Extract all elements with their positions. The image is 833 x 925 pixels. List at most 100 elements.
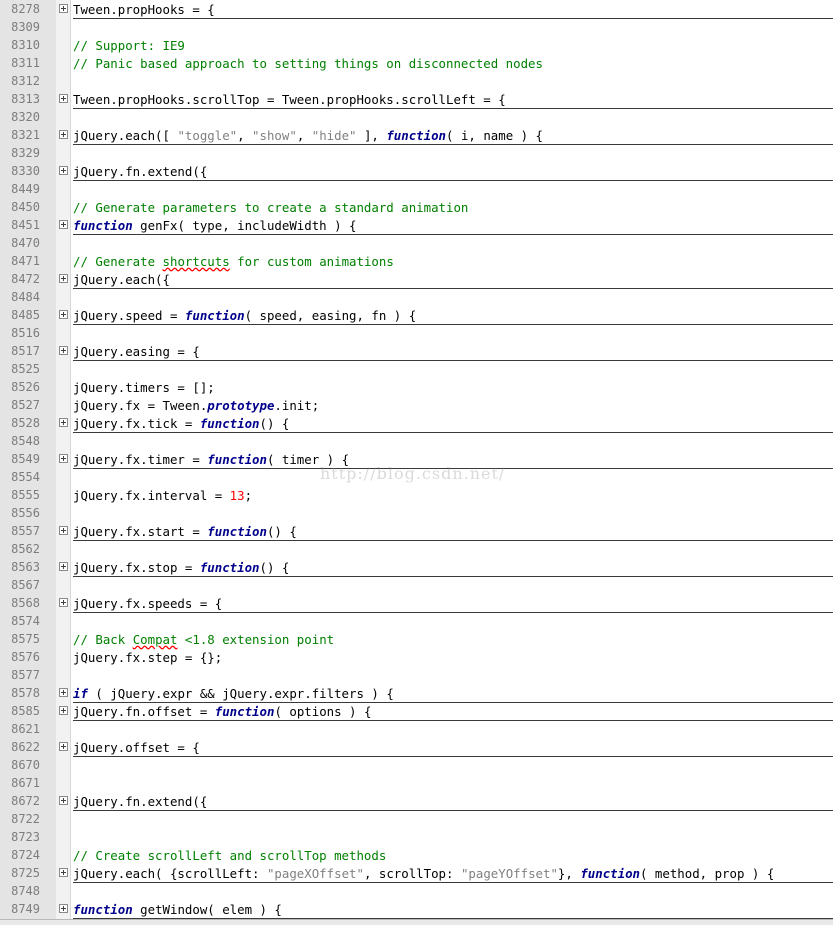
code-line[interactable]: 8554 [0, 469, 833, 487]
line-number: 8311 [11, 56, 40, 70]
line-number: 8484 [11, 290, 40, 304]
code-line[interactable]: 8526 jQuery.timers = []; [0, 379, 833, 397]
folded-code-line[interactable]: 8330 jQuery.fn.extend({ [0, 163, 833, 181]
expand-fold-icon[interactable] [59, 274, 68, 283]
code-line[interactable]: 8471 // Generate shortcuts for custom ani… [0, 253, 833, 271]
code-line[interactable]: 8525 [0, 361, 833, 379]
folded-code-line[interactable]: 8278 Tween.propHooks = { [0, 1, 833, 19]
line-number: 8725 [11, 866, 40, 880]
code-line[interactable]: 8562 [0, 541, 833, 559]
expand-fold-icon[interactable] [59, 418, 68, 427]
folded-code-line[interactable]: 8749 function getWindow( elem ) { [0, 901, 833, 919]
folded-code-line[interactable]: 8485 jQuery.speed = function( speed, easi… [0, 307, 833, 325]
code-line[interactable]: 8556 [0, 505, 833, 523]
code-line[interactable]: 8722 [0, 811, 833, 829]
expand-fold-icon[interactable] [59, 706, 68, 715]
code-line[interactable]: 8312 [0, 73, 833, 91]
expand-fold-icon[interactable] [59, 130, 68, 139]
folded-code-line[interactable]: 8528 jQuery.fx.tick = function() { [0, 415, 833, 433]
code-text: jQuery.speed = function( speed, easing, … [73, 307, 833, 325]
code-token: jQuery.fx.start = [73, 524, 208, 539]
code-line[interactable]: 8723 [0, 829, 833, 847]
code-editor[interactable]: 8278 Tween.propHooks = {8309 8310 // Suppor… [0, 0, 833, 925]
horizontal-scrollbar[interactable] [0, 919, 833, 925]
code-line[interactable]: 8576 jQuery.fx.step = {}; [0, 649, 833, 667]
line-number: 8310 [11, 38, 40, 52]
folded-code-line[interactable]: 8451 function genFx( type, includeWidth )… [0, 217, 833, 235]
folded-code-line[interactable]: 8672 jQuery.fn.extend({ [0, 793, 833, 811]
code-line[interactable]: 8470 [0, 235, 833, 253]
expand-fold-icon[interactable] [59, 562, 68, 571]
code-text: // Create scrollLeft and scrollTop metho… [73, 847, 833, 864]
expand-fold-icon[interactable] [59, 796, 68, 805]
expand-fold-icon[interactable] [59, 166, 68, 175]
code-token: ; [244, 488, 253, 503]
line-number: 8672 [11, 794, 40, 808]
line-number: 8485 [11, 308, 40, 322]
code-text: function getWindow( elem ) { [73, 901, 833, 919]
code-line[interactable]: 8449 [0, 181, 833, 199]
code-token: function [207, 524, 267, 539]
folded-code-line[interactable]: 8568 jQuery.fx.speeds = { [0, 595, 833, 613]
code-text: jQuery.easing = { [73, 343, 833, 361]
expand-fold-icon[interactable] [59, 4, 68, 13]
code-text: jQuery.fn.offset = function( options ) { [73, 703, 833, 721]
code-line[interactable]: 8574 [0, 613, 833, 631]
folded-code-line[interactable]: 8517 jQuery.easing = { [0, 343, 833, 361]
code-line[interactable]: 8671 [0, 775, 833, 793]
code-line[interactable]: 8310 // Support: IE9 [0, 37, 833, 55]
code-line[interactable]: 8329 [0, 145, 833, 163]
code-line[interactable]: 8575 // Back Compat <1.8 extension point [0, 631, 833, 649]
code-token: jQuery.timers = []; [73, 380, 215, 395]
code-token: genFx( type, includeWidth ) { [132, 218, 357, 233]
code-line[interactable]: 8516 [0, 325, 833, 343]
expand-fold-icon[interactable] [59, 688, 68, 697]
code-line[interactable]: 8748 [0, 883, 833, 901]
folded-code-line[interactable]: 8321 jQuery.each([ "toggle", "show", "hid… [0, 127, 833, 145]
code-token: "toggle" [177, 128, 238, 143]
code-token: jQuery.fx.stop = [73, 560, 200, 575]
code-line[interactable]: 8555 jQuery.fx.interval = 13; [0, 487, 833, 505]
expand-fold-icon[interactable] [59, 346, 68, 355]
expand-fold-icon[interactable] [59, 526, 68, 535]
code-line[interactable]: 8320 [0, 109, 833, 127]
expand-fold-icon[interactable] [59, 454, 68, 463]
code-line[interactable]: 8311 // Panic based approach to setting t… [0, 55, 833, 73]
code-line[interactable]: 8724 // Create scrollLeft and scrollTop m… [0, 847, 833, 865]
expand-fold-icon[interactable] [59, 598, 68, 607]
folded-code-line[interactable]: 8549 jQuery.fx.timer = function( timer ) … [0, 451, 833, 469]
code-token: for custom animations [229, 254, 394, 269]
code-line[interactable]: 8567 [0, 577, 833, 595]
expand-fold-icon[interactable] [59, 868, 68, 877]
folded-code-line[interactable]: 8557 jQuery.fx.start = function() { [0, 523, 833, 541]
line-number: 8278 [11, 2, 40, 16]
line-number: 8749 [11, 902, 40, 916]
folded-code-line[interactable]: 8563 jQuery.fx.stop = function() { [0, 559, 833, 577]
folded-code-line[interactable]: 8585 jQuery.fn.offset = function( options… [0, 703, 833, 721]
expand-fold-icon[interactable] [59, 220, 68, 229]
line-number: 8527 [11, 398, 40, 412]
expand-fold-icon[interactable] [59, 94, 68, 103]
expand-fold-icon[interactable] [59, 742, 68, 751]
code-line[interactable]: 8309 [0, 19, 833, 37]
line-number: 8670 [11, 758, 40, 772]
expand-fold-icon[interactable] [59, 904, 68, 913]
code-line[interactable]: 8670 [0, 757, 833, 775]
code-line[interactable]: 8621 [0, 721, 833, 739]
code-token: jQuery.fn.offset = [73, 704, 215, 719]
code-line[interactable]: 8527 jQuery.fx = Tween.prototype.init; [0, 397, 833, 415]
folded-code-line[interactable]: 8472 jQuery.each({ [0, 271, 833, 289]
code-line[interactable]: 8450 // Generate parameters to create a s… [0, 199, 833, 217]
folded-code-line[interactable]: 8313 Tween.propHooks.scrollTop = Tween.pr… [0, 91, 833, 109]
code-line[interactable]: 8577 [0, 667, 833, 685]
folded-code-line[interactable]: 8578 if ( jQuery.expr && jQuery.expr.filt… [0, 685, 833, 703]
folded-code-line[interactable]: 8622 jQuery.offset = { [0, 739, 833, 757]
line-number: 8568 [11, 596, 40, 610]
code-line[interactable]: 8548 [0, 433, 833, 451]
code-line[interactable]: 8484 [0, 289, 833, 307]
folded-code-line[interactable]: 8725 jQuery.each( {scrollLeft: "pageXOffs… [0, 865, 833, 883]
expand-fold-icon[interactable] [59, 310, 68, 319]
